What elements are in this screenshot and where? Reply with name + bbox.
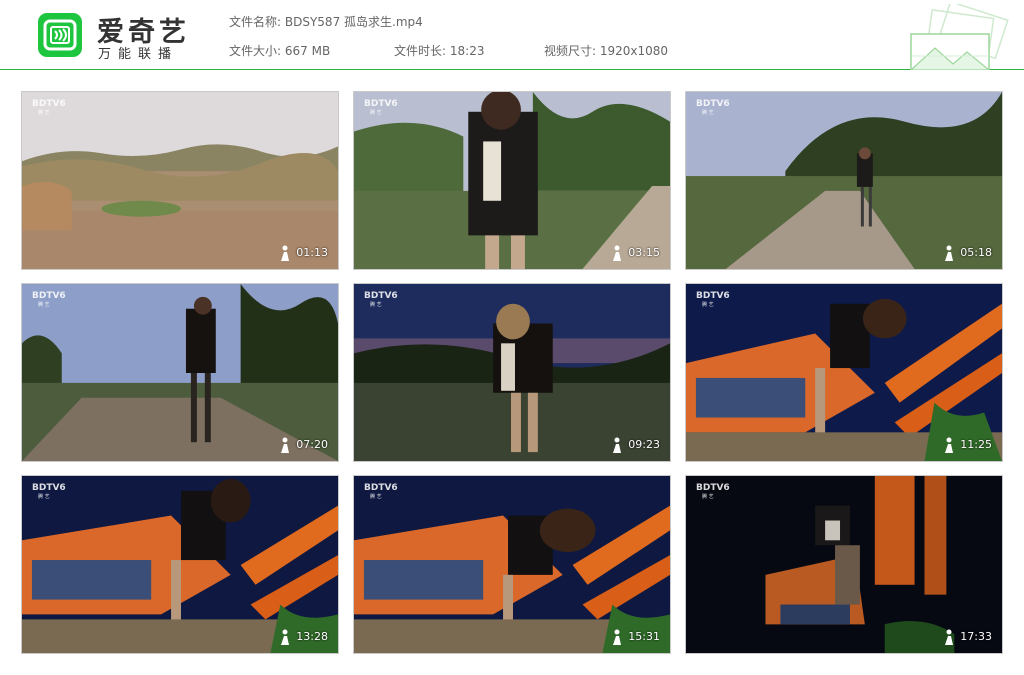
file-dimension-value: 1920x1080 (599, 44, 669, 58)
figure-icon (945, 437, 953, 453)
figure-icon (281, 245, 289, 261)
landscape-pictures-icon (910, 4, 1009, 70)
thumbnail-8[interactable]: BDTV6 腾 艺 15:31 (353, 475, 671, 654)
figure-icon (945, 629, 953, 645)
timestamp: 17:33 (960, 630, 992, 643)
thumbnail-3[interactable]: BDTV6 腾 艺 05:18 (685, 91, 1003, 270)
header: 爱奇艺 万能联播 文件名称: BDSY587 孤岛求生.mp4 文件大小: 66… (0, 0, 1024, 70)
thumbnail-4[interactable]: BDTV6 腾 艺 07:20 (21, 283, 339, 462)
timestamp: 05:18 (960, 246, 992, 259)
thumbnail-9[interactable]: BDTV6 腾 艺 17:33 (685, 475, 1003, 654)
scene-image (686, 476, 1002, 653)
scene-image (686, 92, 1002, 269)
timestamp: 03:15 (628, 246, 660, 259)
timestamp: 11:25 (960, 438, 992, 451)
watermark: BDTV6 腾 艺 (696, 291, 730, 308)
file-duration-row: 文件时长: 18:23 (394, 42, 484, 59)
figure-icon (945, 245, 953, 261)
figure-icon (613, 245, 621, 261)
watermark: BDTV6 腾 艺 (696, 483, 730, 500)
thumbnail-7[interactable]: BDTV6 腾 艺 13:28 (21, 475, 339, 654)
thumbnail-5[interactable]: BDTV6 腾 艺 09:23 (353, 283, 671, 462)
timestamp: 07:20 (296, 438, 328, 451)
scene-image (354, 92, 670, 269)
figure-icon (281, 437, 289, 453)
scene-image (22, 476, 338, 653)
file-name-label: 文件名称: (229, 15, 282, 29)
scene-image (354, 284, 670, 461)
scene-image (354, 476, 670, 653)
watermark: BDTV6 腾 艺 (32, 99, 66, 116)
file-name-row: 文件名称: BDSY587 孤岛求生.mp4 (229, 13, 423, 30)
timestamp: 15:31 (628, 630, 660, 643)
figure-icon (613, 629, 621, 645)
scene-image (686, 284, 1002, 461)
figure-icon (281, 629, 289, 645)
watermark: BDTV6 腾 艺 (32, 291, 66, 308)
file-size-label: 文件大小: (229, 44, 282, 58)
watermark: BDTV6 腾 艺 (696, 99, 730, 116)
file-size-value: 667 MB (284, 44, 331, 58)
file-duration-value: 18:23 (449, 44, 485, 58)
timestamp: 01:13 (296, 246, 328, 259)
file-dimension-row: 视频尺寸: 1920x1080 (544, 42, 668, 59)
file-name-value: BDSY587 孤岛求生.mp4 (284, 15, 423, 29)
file-duration-label: 文件时长: (394, 44, 447, 58)
figure-icon (613, 437, 621, 453)
thumbnail-6[interactable]: BDTV6 腾 艺 11:25 (685, 283, 1003, 462)
thumbnail-1[interactable]: BDTV6 腾 艺 01:13 (21, 91, 339, 270)
brand-slogan: 万能联播 (98, 47, 179, 62)
scene-image (22, 92, 338, 269)
watermark: BDTV6 腾 艺 (364, 483, 398, 500)
thumbnail-2[interactable]: BDTV6 腾 艺 03:15 (353, 91, 671, 270)
watermark: BDTV6 腾 艺 (364, 99, 398, 116)
file-size-row: 文件大小: 667 MB (229, 42, 330, 59)
timestamp: 13:28 (296, 630, 328, 643)
watermark: BDTV6 腾 艺 (364, 291, 398, 308)
iqiyi-logo-icon (38, 13, 82, 57)
scene-image (22, 284, 338, 461)
watermark: BDTV6 腾 艺 (32, 483, 66, 500)
timestamp: 09:23 (628, 438, 660, 451)
file-dimension-label: 视频尺寸: (544, 44, 597, 58)
